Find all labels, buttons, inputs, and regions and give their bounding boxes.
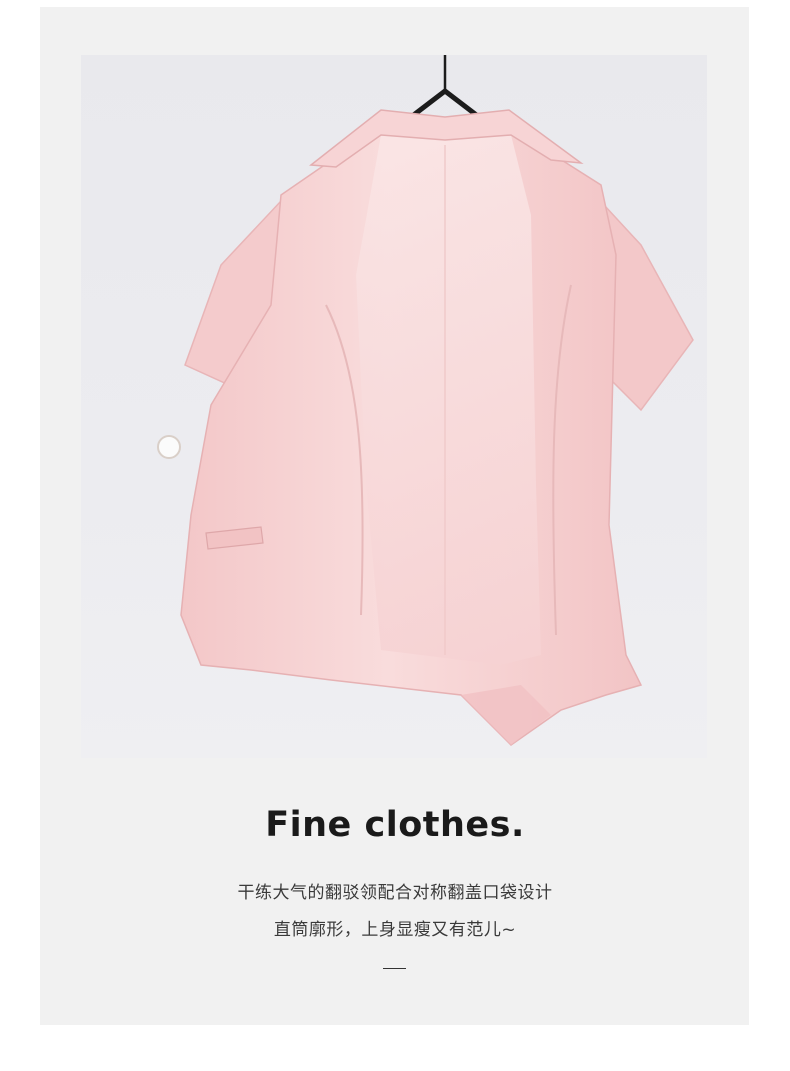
pink-blazer-illustration <box>157 55 694 746</box>
headline: Fine clothes. <box>265 805 525 845</box>
hanger-top <box>409 87 481 119</box>
description-line-2: 直筒廓形，上身显瘦又有范儿~ <box>273 920 517 940</box>
description-line-1: 干练大气的翻驳领配合对称翻盖口袋设计 <box>237 883 553 903</box>
product-photo <box>81 55 707 758</box>
button <box>157 435 181 459</box>
back-panel <box>356 135 541 665</box>
divider <box>383 968 406 969</box>
